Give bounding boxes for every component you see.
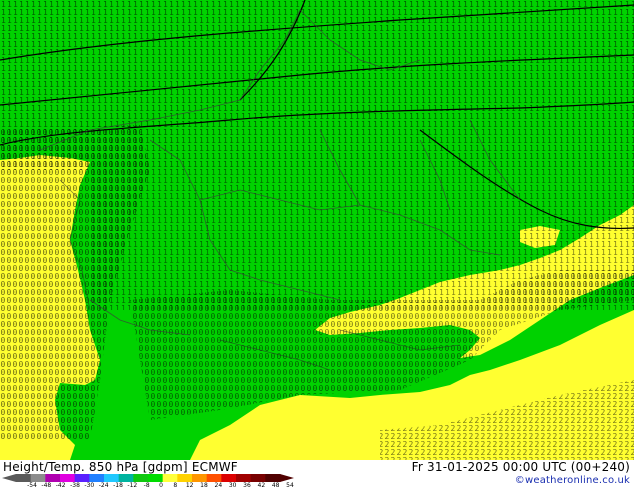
scale-swatch: [162, 474, 178, 482]
scale-swatch: [104, 474, 120, 482]
color-scale-bar: [2, 474, 294, 482]
scale-tick-label: -8: [143, 482, 150, 489]
scale-swatch: [177, 474, 193, 482]
scale-tick-label: 30: [228, 482, 237, 489]
scale-swatch: [74, 474, 90, 482]
scale-tick-label: 54: [286, 482, 294, 489]
scale-swatch: [236, 474, 252, 482]
scale-swatch: [221, 474, 237, 482]
scale-tick-label: -30: [84, 482, 95, 489]
scale-tick-label: 24: [214, 482, 223, 489]
scale-swatch: [16, 474, 32, 482]
scale-swatch: [89, 474, 105, 482]
map-canvas: 1 0 2: [0, 0, 634, 460]
scale-swatch: [118, 474, 134, 482]
valid-datetime: Fr 31-01-2025 00:00 UTC (00+240): [411, 460, 630, 474]
scale-tick-label: -54: [27, 482, 37, 489]
scale-swatch: [250, 474, 266, 482]
scale-swatch: [45, 474, 61, 482]
scale-tick-label: 48: [271, 482, 280, 489]
scale-tick-label: 0: [159, 482, 163, 489]
scale-swatch: [148, 474, 164, 482]
scale-tick-label: -38: [70, 482, 80, 489]
scale-tick-label: 42: [257, 482, 266, 489]
scale-tick-label: -12: [127, 482, 138, 489]
credit-link[interactable]: ©weatheronline.co.uk: [515, 475, 630, 486]
weather-map: 1 0 2: [0, 0, 634, 460]
scale-swatch: [206, 474, 222, 482]
scale-arrow-right: [280, 474, 294, 482]
scale-swatch: [133, 474, 149, 482]
scale-tick-label: 12: [185, 482, 194, 489]
scale-swatch: [30, 474, 46, 482]
scale-tick-label: 18: [200, 482, 208, 489]
scale-swatch: [192, 474, 208, 482]
scale-tick-label: 8: [173, 482, 178, 489]
scale-tick-label: -42: [55, 482, 66, 489]
scale-tick-label: -24: [98, 482, 109, 489]
map-footer: Height/Temp. 850 hPa [gdpm] ECMWF Fr 31-…: [0, 460, 634, 490]
scale-tick-label: 36: [243, 482, 251, 489]
scale-arrow-left: [2, 474, 16, 482]
scale-tick-label: -18: [113, 482, 123, 489]
scale-swatch: [265, 474, 281, 482]
scale-tick-label: -48: [41, 482, 52, 489]
scale-swatch: [60, 474, 76, 482]
map-title: Height/Temp. 850 hPa [gdpm] ECMWF: [3, 460, 238, 474]
color-scale-ticks: -54 -48 -42 -38 -30 -24 -18 -12 -8 0 8 12 18 24 30 36 42…: [2, 482, 302, 490]
